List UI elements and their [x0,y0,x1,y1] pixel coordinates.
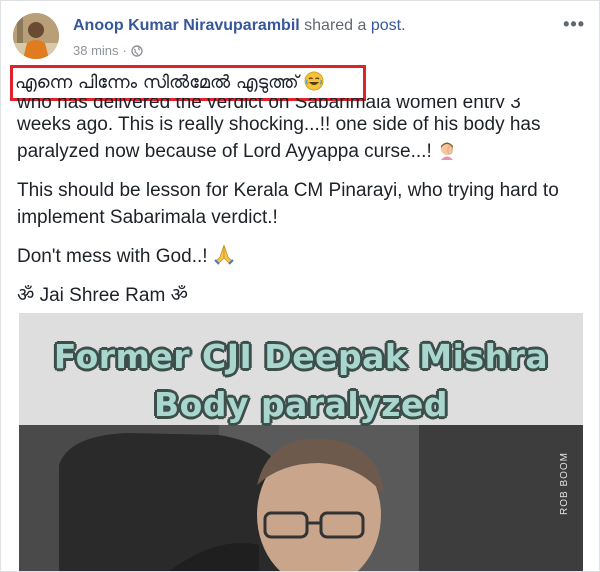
author-name[interactable]: Anoop Kumar Niravuparambil [73,17,300,34]
laughing-emoji-icon [304,71,324,91]
post-body: weeks ago. This is really shocking...!! … [17,111,587,321]
more-options-icon[interactable]: ••• [563,15,585,33]
photo-area [19,425,583,571]
author-line: Anoop Kumar Niravuparambil shared a post… [73,17,406,35]
timestamp[interactable]: 38 mins [73,43,119,58]
post-header: Anoop Kumar Niravuparambil shared a post… [13,13,587,59]
post-paragraph-1: weeks ago. This is really shocking...!! … [17,111,587,165]
facebook-post: Anoop Kumar Niravuparambil shared a post… [0,0,600,572]
shared-text: shared a [304,17,367,34]
post-paragraph-4: ॐ Jai Shree Ram ॐ [17,282,587,309]
meme-title-line-2: Body paralyzed [154,385,448,424]
jai-shree-ram-text: Jai Shree Ram [39,285,166,306]
post-paragraph-2: This should be lesson for Kerala CM Pina… [17,180,559,228]
paragraph-3-text: Don't mess with God..! [17,246,208,267]
meta-separator: · [122,43,127,58]
highlighted-comment: എന്നെ പിന്നേം സിൽമേൽ എടുത്ത് [15,71,324,93]
facepalm-emoji-icon [441,142,454,160]
paragraph-1-text: weeks ago. This is really shocking...!! … [17,114,541,162]
cut-off-text-line: who has delivered the verdict on Sabarim… [17,98,577,108]
globe-icon[interactable] [131,44,143,57]
om-symbol-left: ॐ [17,285,35,306]
shared-image[interactable]: Former CJI Deepak Mishra Body paralyzed … [19,313,583,571]
highlighted-comment-text: എന്നെ പിന്നേം സിൽമേൽ എടുത്ത് [15,72,299,93]
post-meta: 38 mins · [73,43,143,58]
image-watermark: ROB BOOM [559,451,570,515]
om-symbol-right: ॐ [170,285,188,306]
person-photo [19,425,583,571]
avatar[interactable] [13,13,59,59]
meme-title-line-1: Former CJI Deepak Mishra [53,337,549,376]
cut-off-text: who has delivered the verdict on Sabarim… [17,98,521,108]
shared-post-link[interactable]: post. [371,17,406,34]
avatar-image [13,13,59,59]
folded-hands-emoji-icon [214,244,234,265]
post-paragraph-3: Don't mess with God..! [17,243,587,270]
